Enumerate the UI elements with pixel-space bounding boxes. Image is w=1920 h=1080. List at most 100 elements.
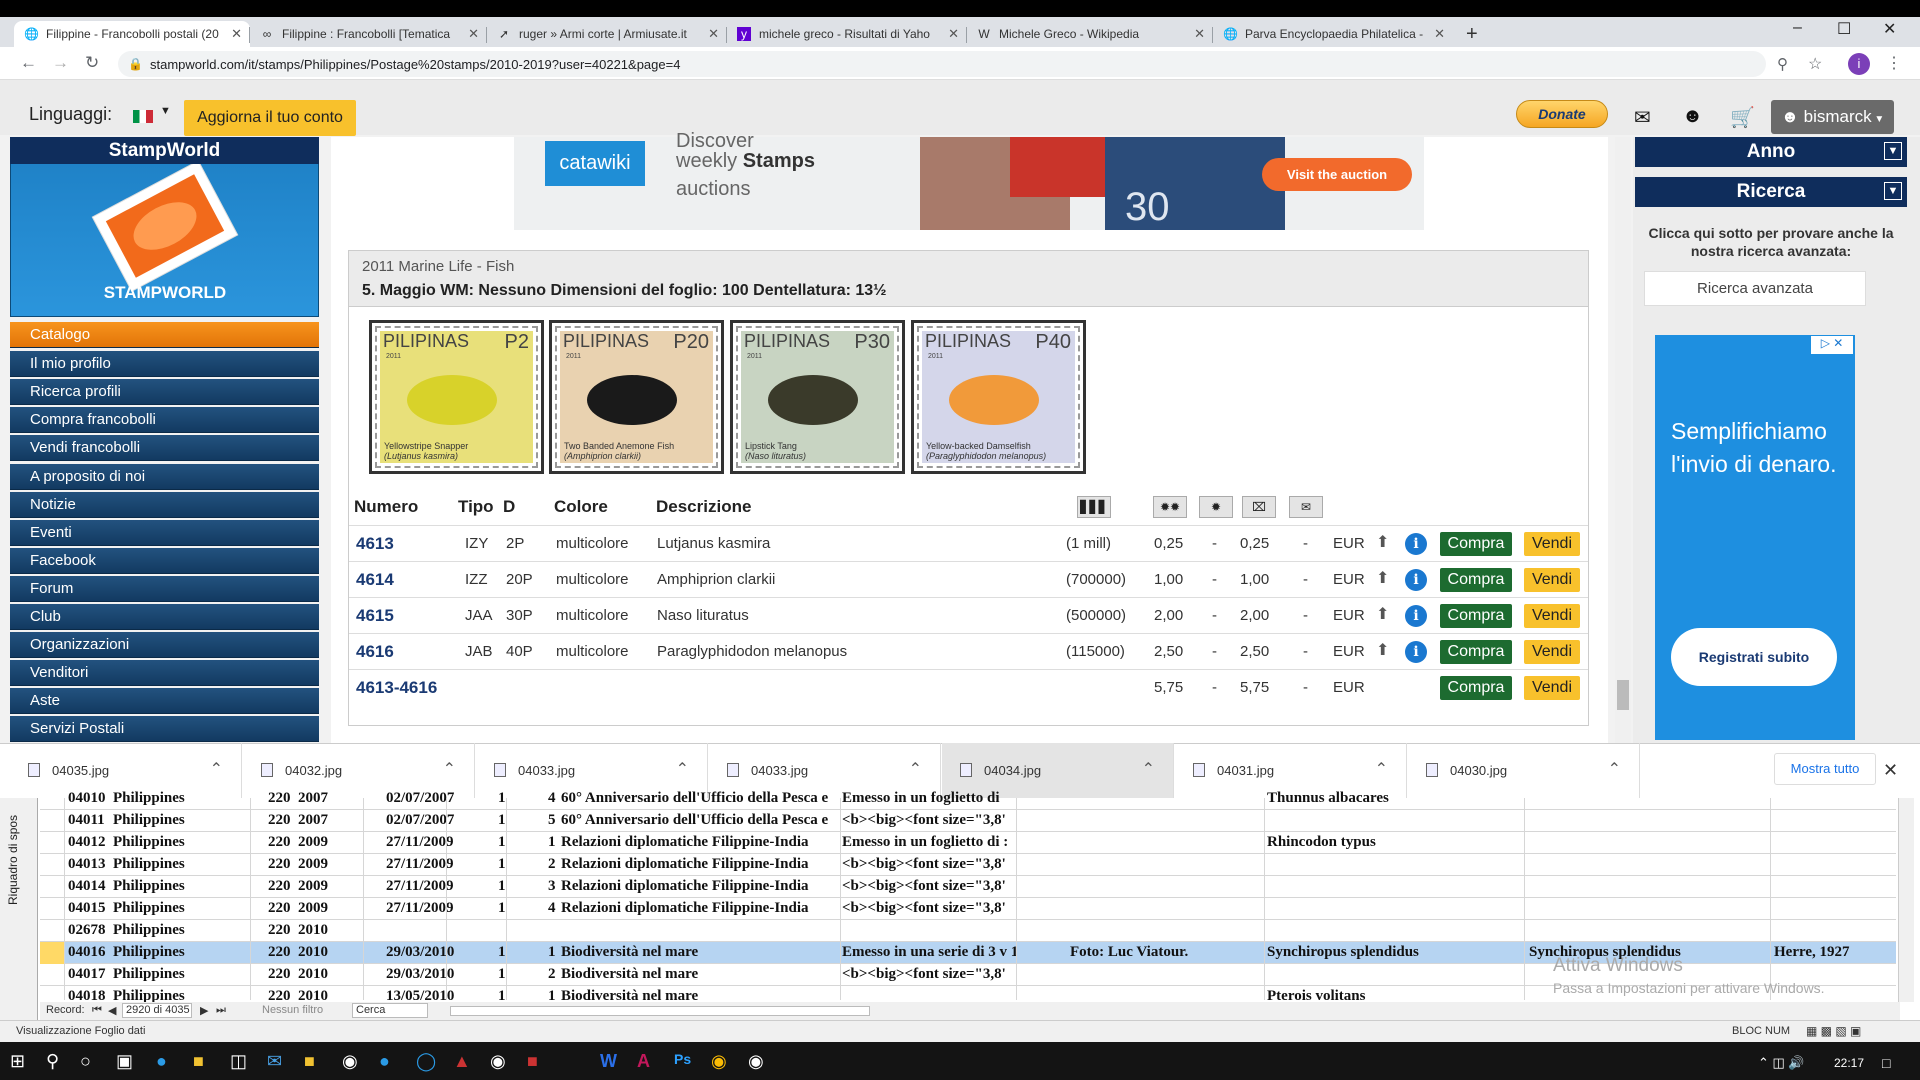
mint-icon[interactable]: ✹ <box>1199 496 1233 518</box>
cell-year[interactable]: 2007 <box>298 790 378 807</box>
forward-icon[interactable]: → <box>52 53 69 73</box>
cell-date[interactable]: 29/03/2010 <box>386 944 476 961</box>
cell-year[interactable]: 2010 <box>298 966 378 983</box>
sidebar-item-vendi-francobolli[interactable]: Vendi francobolli <box>10 435 319 461</box>
buy-button[interactable]: Compra <box>1440 568 1512 592</box>
info-icon[interactable]: i <box>1405 605 1427 627</box>
cell-a[interactable]: 1 <box>498 900 510 917</box>
cell-f2[interactable]: Rhincodon typus <box>1267 834 1522 851</box>
cell-f1[interactable]: Foto: Luc Viatour. <box>1070 944 1260 961</box>
cell-year[interactable]: 2009 <box>298 856 378 873</box>
cell-b[interactable]: 4 <box>548 900 560 917</box>
sidebar-item-organizzazioni[interactable]: Organizzazioni <box>10 632 319 658</box>
filter-status[interactable]: Nessun filtro <box>262 1004 323 1016</box>
user-menu-button[interactable]: ☻ bismarck ▼ <box>1771 100 1894 134</box>
stamp-image-2[interactable]: PILIPINAS P20 2011 Two Banded Anemone Fish(… <box>549 320 724 474</box>
app-icon[interactable]: ◉ <box>342 1051 358 1072</box>
datasheet-row[interactable]: 04010 Philippines 220 2007 02/07/2007 1 4 60° A… <box>40 788 1896 810</box>
sidebar-item-servizi-postali[interactable]: Servizi Postali <box>10 716 319 742</box>
cell-id[interactable]: 04016 <box>68 944 112 961</box>
advanced-search-button[interactable]: Ricerca avanzata <box>1644 271 1866 306</box>
cell-a[interactable]: 1 <box>498 834 510 851</box>
reload-icon[interactable]: ↻ <box>85 53 99 73</box>
chevron-up-icon[interactable]: ⌃ <box>1375 759 1388 779</box>
bookmark-star-icon[interactable]: ☆ <box>1808 54 1822 74</box>
chevron-down-icon[interactable]: ▼ <box>1884 182 1902 200</box>
share-icon[interactable]: ⬆ <box>1376 532 1389 552</box>
new-tab-button[interactable]: + <box>1466 23 1478 46</box>
user-icon[interactable]: ☻ <box>1682 105 1703 128</box>
stamp-number[interactable]: 4613-4616 <box>356 678 437 698</box>
cell-country[interactable]: Philippines <box>113 944 253 961</box>
mail-app-icon[interactable]: ✉ <box>267 1051 282 1072</box>
tab-4[interactable]: y michele greco - Risultati di Yaho ✕ <box>727 21 967 47</box>
notification-icon[interactable]: □ <box>1882 1055 1890 1071</box>
register-now-button[interactable]: Registrati subito <box>1671 628 1837 686</box>
word-icon[interactable]: W <box>600 1051 617 1072</box>
photoshop-icon[interactable]: Ps <box>674 1051 691 1067</box>
close-tab-icon[interactable]: ✕ <box>1194 26 1205 42</box>
chevron-up-icon[interactable]: ⌃ <box>909 759 922 779</box>
sidebar-item-venditori[interactable]: Venditori <box>10 660 319 686</box>
sell-button[interactable]: Vendi <box>1524 568 1580 592</box>
chart-icon[interactable]: ▋▋▋ <box>1077 496 1111 518</box>
cell-cat[interactable]: 220 <box>268 944 298 961</box>
cell-year[interactable]: 2009 <box>298 878 378 895</box>
cell-b[interactable]: 4 <box>548 790 560 807</box>
ad-close-icon[interactable]: ▷ ✕ <box>1811 336 1853 354</box>
cell-a[interactable]: 1 <box>498 812 510 829</box>
close-tab-icon[interactable]: ✕ <box>468 26 479 42</box>
page-scrollbar[interactable] <box>1615 137 1631 743</box>
view-switch-icons[interactable]: ▦ ▩ ▧ ▣ <box>1806 1024 1861 1038</box>
close-downloads-icon[interactable]: ✕ <box>1883 760 1898 781</box>
cell-desc[interactable]: Biodiversità nel mare <box>561 944 836 961</box>
cortana-icon[interactable]: ○ <box>80 1051 91 1072</box>
cell-b[interactable]: 2 <box>548 966 560 983</box>
cell-f2[interactable]: Synchiropus splendidus <box>1267 944 1522 961</box>
access-icon[interactable]: A <box>637 1051 650 1072</box>
sidebar-item-a-proposito-di-noi[interactable]: A proposito di noi <box>10 464 319 490</box>
cell-cat[interactable]: 220 <box>268 878 298 895</box>
datasheet-row[interactable]: 04015 Philippines 220 2009 27/11/2009 1 4 Relaz… <box>40 898 1896 920</box>
sidebar-item-eventi[interactable]: Eventi <box>10 520 319 546</box>
ie-icon[interactable]: ◯ <box>416 1051 436 1072</box>
cell-id[interactable]: 04015 <box>68 900 112 917</box>
last-record-icon[interactable]: ⏭ <box>216 1004 226 1017</box>
cell-country[interactable]: Philippines <box>113 834 253 851</box>
cell-date[interactable]: 27/11/2009 <box>386 900 476 917</box>
cell-cat[interactable]: 220 <box>268 790 298 807</box>
sell-button[interactable]: Vendi <box>1524 676 1580 700</box>
chevron-up-icon[interactable]: ⌃ <box>676 759 689 779</box>
sidebar-item-catalogo[interactable]: Catalogo <box>10 322 319 348</box>
cell-desc[interactable]: Biodiversità nel mare <box>561 966 836 983</box>
info-icon[interactable]: i <box>1405 533 1427 555</box>
buy-button[interactable]: Compra <box>1440 640 1512 664</box>
cell-notes[interactable]: Emesso in una serie di 3 v 163 <box>842 944 1017 961</box>
stamp-number[interactable]: 4613 <box>356 534 394 554</box>
datasheet-row[interactable]: 04013 Philippines 220 2009 27/11/2009 1 2 Relaz… <box>40 854 1896 876</box>
visit-auction-button[interactable]: Visit the auction <box>1262 158 1412 191</box>
start-icon[interactable]: ⊞ <box>10 1051 25 1072</box>
cell-a[interactable]: 1 <box>498 790 510 807</box>
cell-date[interactable]: 02/07/2007 <box>386 790 476 807</box>
minimize-icon[interactable]: – <box>1793 19 1802 37</box>
cell-f2[interactable]: Thunnus albacares <box>1267 790 1522 807</box>
chevron-up-icon[interactable]: ⌃ <box>443 759 456 779</box>
cell-desc[interactable]: Relazioni diplomatiche Filippine-India <box>561 900 836 917</box>
stamp-number[interactable]: 4614 <box>356 570 394 590</box>
donate-button[interactable]: Donate <box>1516 100 1608 128</box>
cell-year[interactable]: 2009 <box>298 900 378 917</box>
cell-notes[interactable]: <b><big><font size="3,8' <box>842 878 1017 895</box>
search-box[interactable]: Cerca <box>352 1003 428 1018</box>
cell-country[interactable]: Philippines <box>113 856 253 873</box>
stamp-number[interactable]: 4615 <box>356 606 394 626</box>
app-icon-3[interactable]: ◉ <box>748 1051 764 1072</box>
cell-cat[interactable]: 220 <box>268 966 298 983</box>
share-icon[interactable]: ⬆ <box>1376 604 1389 624</box>
profile-avatar[interactable]: i <box>1848 53 1870 75</box>
notes-icon[interactable]: ■ <box>304 1051 315 1072</box>
maximize-icon[interactable]: ☐ <box>1837 19 1851 39</box>
close-tab-icon[interactable]: ✕ <box>948 26 959 42</box>
cell-notes[interactable]: <b><big><font size="3,8' <box>842 900 1017 917</box>
app-red-icon[interactable]: ▲ <box>453 1051 471 1072</box>
